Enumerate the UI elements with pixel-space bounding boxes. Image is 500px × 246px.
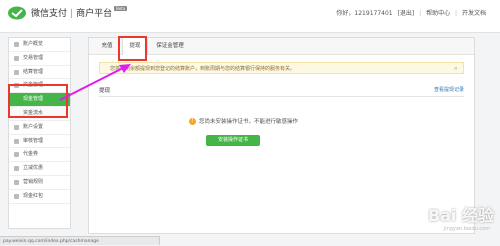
settlement-icon — [14, 69, 19, 75]
red-packet-icon — [14, 193, 19, 199]
sidebar-item-account-settings[interactable]: 账户设置 — [9, 121, 70, 135]
brand-title: 微信支付 | 商户平台Beta — [31, 6, 128, 19]
nav-divider: | — [419, 10, 422, 17]
brand-platform: 商户平台 — [76, 9, 113, 19]
close-icon[interactable]: × — [454, 63, 458, 75]
main-panel: 充值 提现 保证金管理 您将可用余额提现到您登记的结算账户，到账周期与您的结算银… — [88, 37, 475, 234]
wechat-pay-logo-icon — [8, 6, 26, 20]
browser-status-bar: pay.weixin.qq.com/index.php/cashmanage — [0, 236, 160, 245]
status-url: pay.weixin.qq.com/index.php/cashmanage — [3, 239, 99, 244]
sidebar-item-discounts[interactable]: 立减优惠 — [9, 162, 70, 176]
sidebar-item-label: 账户设置 — [23, 123, 44, 130]
nav-divider: | — [455, 10, 458, 17]
sidebar-item-account-overview[interactable]: 账户概览 — [9, 38, 70, 52]
highlight-box-tab — [118, 36, 147, 61]
settings-icon — [14, 124, 19, 130]
marketing-icon — [14, 179, 19, 185]
tab-deposit-management[interactable]: 保证金管理 — [149, 38, 191, 54]
sidebar-item-marketing-rules[interactable]: 营销规则 — [9, 176, 70, 190]
sidebar-item-label: 营销规则 — [23, 178, 44, 185]
review-icon — [14, 138, 19, 144]
pointer-arrow-icon — [59, 64, 131, 101]
warning-text: 您尚未安装操作证书，不能进行敏感操作 — [199, 119, 299, 125]
notice-text: 您将可用余额提现到您登记的结算账户，到账周期与您的结算银行保持的服务有关。 — [110, 66, 296, 72]
brand-separator: | — [70, 9, 74, 19]
sidebar-item-label: 代金券 — [23, 151, 39, 158]
top-header: 微信支付 | 商户平台Beta 你好，1219177401 [退出] | 帮助中心 … — [0, 0, 500, 33]
logout-link[interactable]: [退出] — [398, 10, 415, 17]
sidebar-item-label: 账户概览 — [23, 41, 44, 47]
top-nav: 你好，1219177401 [退出] | 帮助中心 | 开发文档 — [333, 8, 486, 17]
tab-recharge[interactable]: 充值 — [95, 38, 119, 54]
view-withdraw-records-link[interactable]: 查看提现记录 — [434, 86, 464, 93]
sidebar-item-label: 现金红包 — [23, 192, 44, 199]
info-notice: 您将可用余额提现到您登记的结算账户，到账周期与您的结算银行保持的服务有关。 × — [99, 62, 464, 74]
warning-icon: ! — [189, 118, 196, 125]
sidebar-item-label: 结算管理 — [23, 68, 44, 75]
sidebar-item-label: 交易管理 — [23, 54, 44, 61]
sidebar-item-label: 立减优惠 — [23, 165, 44, 172]
help-center-link[interactable]: 帮助中心 — [426, 10, 450, 17]
baidu-watermark-logo: Bai 经验 — [427, 206, 494, 225]
brand-name: 微信支付 — [31, 9, 68, 19]
account-icon — [14, 42, 19, 47]
user-greeting: 你好，1219177401 — [336, 10, 393, 17]
voucher-icon — [14, 152, 19, 158]
certificate-warning: ! 您尚未安装操作证书，不能进行敏感操作 — [189, 117, 298, 125]
withdraw-section-header: 提现 查看提现记录 — [99, 86, 464, 97]
dev-docs-link[interactable]: 开发文档 — [462, 10, 486, 17]
watermark-url: jingyan.baidu.com — [443, 226, 490, 232]
sidebar-item-review[interactable]: 审核管理 — [9, 135, 70, 149]
sidebar-item-vouchers[interactable]: 代金券 — [9, 148, 70, 163]
install-certificate-button[interactable]: 安装操作证书 — [206, 135, 260, 146]
sidebar-item-red-packets[interactable]: 现金红包 — [9, 190, 70, 204]
tab-label: 保证金管理 — [156, 43, 184, 49]
tab-label: 充值 — [101, 43, 113, 49]
sidebar-item-label: 审核管理 — [23, 137, 44, 144]
transactions-icon — [14, 55, 19, 61]
beta-badge: Beta — [114, 6, 128, 11]
discount-icon — [14, 166, 19, 172]
